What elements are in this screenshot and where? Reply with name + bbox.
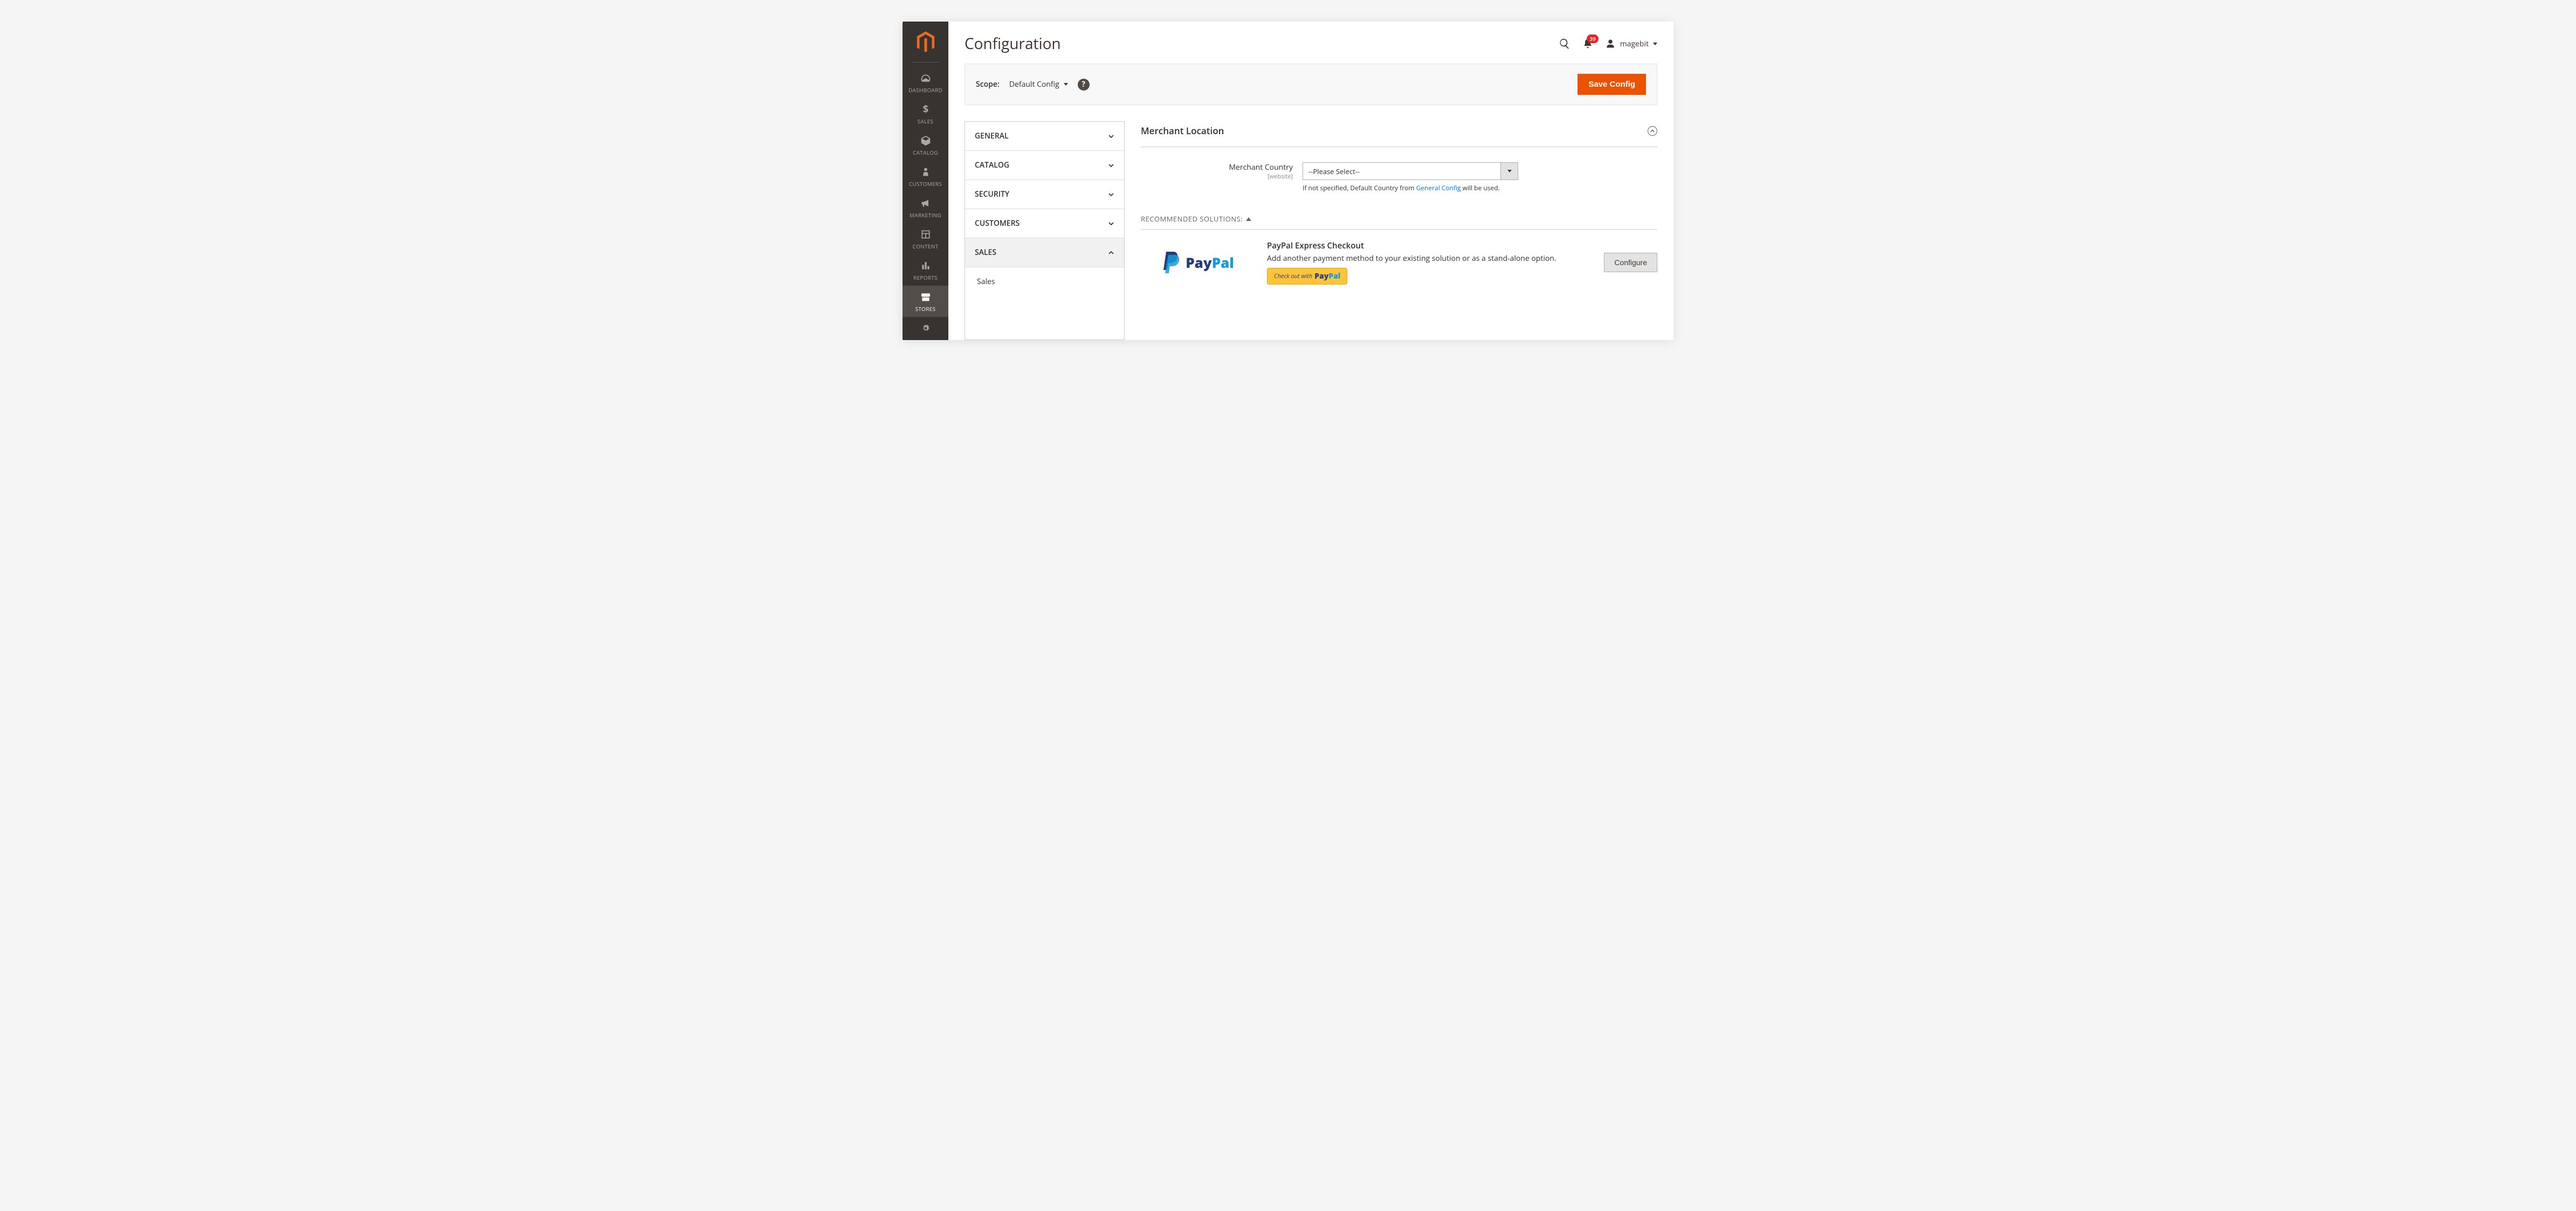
sidebar-divider (912, 62, 939, 63)
field-label: Merchant Country (1141, 162, 1293, 172)
store-icon (919, 291, 933, 303)
sidebar-item-dashboard[interactable]: DASHBOARD (903, 67, 948, 98)
caret-down-icon (1653, 43, 1657, 45)
collapse-icon[interactable] (1648, 126, 1657, 136)
search-button[interactable] (1559, 38, 1571, 50)
sidebar-item-label: CATALOG (913, 149, 938, 156)
config-content: GENERAL CATALOG SECURITY CUSTOMERS SALES (948, 105, 1673, 340)
recommended-solutions-header[interactable]: RECOMMENDED SOLUTIONS: (1141, 203, 1657, 230)
chevron-down-icon (1108, 191, 1114, 198)
recommended-heading-text: RECOMMENDED SOLUTIONS: (1141, 214, 1243, 224)
chevron-up-icon (1108, 250, 1114, 256)
sidebar-item-marketing[interactable]: MARKETING (903, 192, 948, 223)
app-container: DASHBOARD $ SALES CATALOG CUSTOMERS MARK… (903, 22, 1673, 340)
sidebar-item-label: CUSTOMERS (909, 180, 942, 188)
sidebar-item-label: STORES (915, 305, 936, 313)
caret-down-icon (1064, 83, 1068, 86)
field-merchant-country: Merchant Country [website] --Please Sele… (1141, 162, 1657, 192)
sidebar-item-system[interactable] (903, 317, 948, 336)
select-value: --Please Select-- (1303, 167, 1500, 176)
search-icon (1559, 38, 1571, 50)
username: magebit (1620, 39, 1649, 49)
paypal-p-icon (1161, 251, 1182, 274)
general-config-link[interactable]: General Config (1416, 183, 1461, 192)
field-control: --Please Select-- If not specified, Defa… (1303, 162, 1518, 192)
solution-title: PayPal Express Checkout (1267, 240, 1591, 251)
svg-text:$: $ (922, 103, 928, 115)
merchant-country-select[interactable]: --Please Select-- (1303, 162, 1518, 180)
scope-label: Scope: (976, 79, 1000, 89)
config-nav-security[interactable]: SECURITY (965, 180, 1124, 209)
config-nav: GENERAL CATALOG SECURITY CUSTOMERS SALES (965, 121, 1125, 340)
configure-paypal-button[interactable]: Configure (1604, 253, 1657, 272)
section-header-merchant-location[interactable]: Merchant Location (1141, 121, 1657, 147)
save-config-button[interactable]: Save Config (1578, 74, 1646, 95)
config-nav-label: GENERAL (975, 131, 1009, 141)
box-icon (919, 135, 933, 147)
bars-icon (919, 260, 933, 272)
header-actions: 39 magebit (1559, 38, 1657, 50)
main-content: Configuration 39 magebit Scope: (948, 22, 1673, 340)
page-title: Configuration (965, 33, 1061, 54)
person-icon (919, 166, 933, 178)
chevron-down-icon (1108, 220, 1114, 227)
sidebar-item-stores[interactable]: STORES (903, 286, 948, 317)
page-header: Configuration 39 magebit (948, 22, 1673, 64)
config-nav-customers[interactable]: CUSTOMERS (965, 209, 1124, 238)
config-nav-label: SECURITY (975, 189, 1009, 199)
megaphone-icon (919, 197, 933, 209)
config-nav-label: SALES (975, 247, 996, 258)
scope-left: Scope: Default Config ? (976, 79, 1090, 91)
chevron-down-icon (1108, 133, 1114, 140)
chevron-down-icon (1108, 162, 1114, 169)
config-nav-label: CATALOG (975, 160, 1009, 170)
gear-icon (919, 322, 933, 334)
config-nav-general[interactable]: GENERAL (965, 122, 1124, 151)
scope-value: Default Config (1009, 79, 1059, 89)
field-note: If not specified, Default Country from G… (1303, 183, 1518, 192)
dollar-icon: $ (919, 103, 933, 115)
sidebar-item-reports[interactable]: REPORTS (903, 254, 948, 286)
scope-select[interactable]: Default Config (1009, 79, 1068, 89)
solution-body: PayPal Express Checkout Add another paym… (1267, 240, 1591, 285)
paypal-checkout-badge: Check out with PayPal (1267, 268, 1347, 285)
triangle-up-icon (1246, 217, 1251, 221)
sidebar-item-label: CONTENT (913, 243, 939, 250)
solution-paypal-express: PayPal PayPal Express Checkout Add anoth… (1141, 240, 1657, 285)
magento-logo[interactable] (916, 31, 935, 56)
solution-description: Add another payment method to your exist… (1267, 253, 1591, 264)
config-nav-sales[interactable]: SALES (965, 238, 1124, 267)
notifications-button[interactable]: 39 (1582, 38, 1593, 50)
user-menu[interactable]: magebit (1605, 38, 1657, 49)
config-nav-label: CUSTOMERS (975, 218, 1020, 229)
sidebar-item-sales[interactable]: $ SALES (903, 98, 948, 129)
select-arrow-icon (1500, 163, 1518, 179)
section-title: Merchant Location (1141, 124, 1224, 137)
config-nav-catalog[interactable]: CATALOG (965, 151, 1124, 180)
scope-bar: Scope: Default Config ? Save Config (965, 64, 1657, 105)
sidebar-item-label: DASHBOARD (908, 86, 942, 94)
sidebar-item-catalog[interactable]: CATALOG (903, 129, 948, 161)
layout-icon (919, 229, 933, 240)
sidebar-item-customers[interactable]: CUSTOMERS (903, 161, 948, 192)
sidebar-item-label: MARKETING (910, 211, 941, 219)
sidebar-item-content[interactable]: CONTENT (903, 223, 948, 254)
notifications-badge: 39 (1587, 34, 1598, 43)
sidebar-item-label: SALES (918, 117, 934, 125)
sidebar-item-label: REPORTS (913, 274, 938, 281)
config-nav-sub-sales[interactable]: Sales (965, 267, 1124, 296)
user-icon (1605, 38, 1616, 49)
paypal-logo: PayPal (1141, 251, 1254, 274)
field-scope: [website] (1141, 172, 1293, 181)
field-label-column: Merchant Country [website] (1141, 162, 1303, 181)
gauge-icon (919, 72, 933, 84)
admin-sidebar: DASHBOARD $ SALES CATALOG CUSTOMERS MARK… (903, 22, 948, 340)
help-icon[interactable]: ? (1078, 79, 1090, 91)
config-panel: Merchant Location Merchant Country [webs… (1141, 121, 1657, 340)
